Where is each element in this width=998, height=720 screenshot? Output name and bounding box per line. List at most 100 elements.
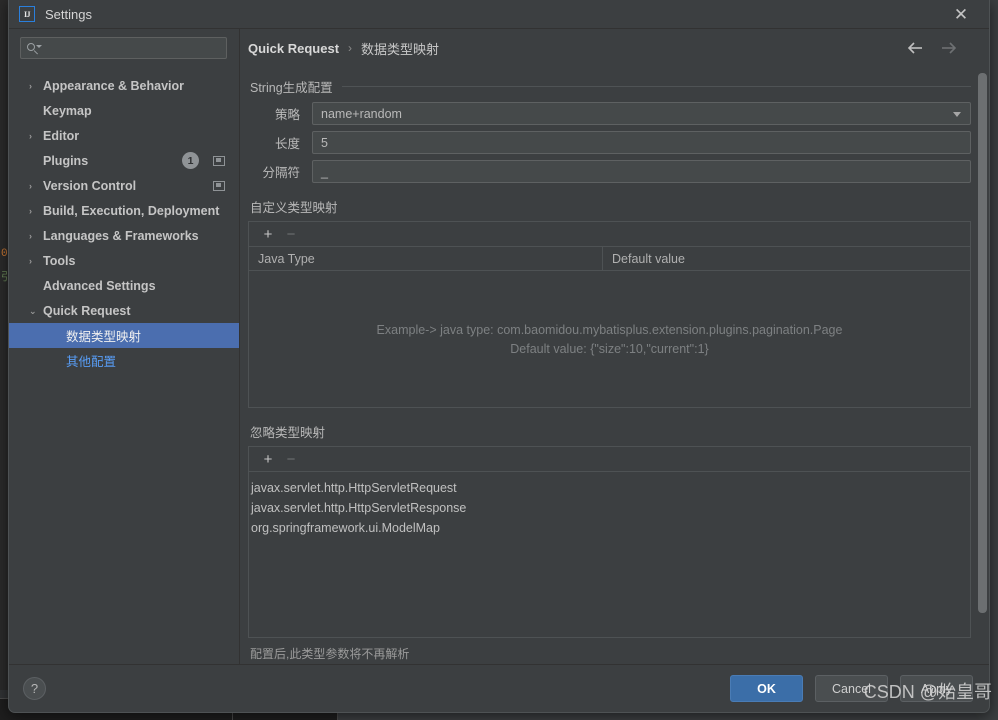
field-row-2: 分隔符 _ xyxy=(248,160,971,183)
search-input[interactable] xyxy=(44,41,220,55)
dialog-footer: ? OK Cancel Apply xyxy=(9,664,989,712)
custom-mapping-remove-button[interactable]: − xyxy=(281,224,301,244)
breadcrumb-separator: › xyxy=(348,41,353,55)
sidebar-item-1[interactable]: Keymap xyxy=(9,98,239,123)
settings-tree: › Appearance & Behavior Keymap › Editor Plugi… xyxy=(9,73,239,373)
strategy-combobox[interactable]: name+random xyxy=(312,102,971,125)
ignore-mapping-toolbar: + − xyxy=(249,447,970,472)
chevron-right-icon[interactable]: › xyxy=(29,206,39,216)
sidebar-item-label: 数据类型映射 xyxy=(66,330,142,344)
settings-content-pane: Quick Request › 数据类型映射 String生成配置 策略 nam… xyxy=(240,29,989,664)
back-arrow-icon[interactable] xyxy=(907,41,924,55)
column-header-java-type[interactable]: Java Type xyxy=(249,247,603,270)
bg-code-line-1: 0 xyxy=(1,248,8,260)
empty-hint-line-2: Default value: {"size":10,"current":1} xyxy=(510,341,709,356)
intellij-logo-icon: IJ xyxy=(19,6,35,22)
sidebar-item-7[interactable]: › Tools xyxy=(9,248,239,273)
dialog-body: › Appearance & Behavior Keymap › Editor Plugi… xyxy=(9,29,989,664)
list-item[interactable]: org.springframework.ui.ModelMap xyxy=(249,518,970,538)
custom-mapping-empty-state: Example-> java type: com.baomidou.mybati… xyxy=(249,271,970,407)
plugins-update-badge: 1 xyxy=(182,152,199,169)
scrollbar-thumb[interactable] xyxy=(978,73,987,613)
custom-mapping-table-header: Java Type Default value xyxy=(249,247,970,271)
field-value-2: _ xyxy=(321,164,328,179)
string-config-title-text: String生成配置 xyxy=(250,81,333,95)
open-in-window-icon[interactable] xyxy=(213,155,225,166)
sidebar-item-9[interactable]: ⌄ Quick Request xyxy=(9,298,239,323)
sidebar-item-2[interactable]: › Editor xyxy=(9,123,239,148)
forward-arrow-icon[interactable] xyxy=(940,41,957,55)
close-icon[interactable]: ✕ xyxy=(949,2,973,26)
field-label-1: 长度 xyxy=(274,137,300,151)
list-item[interactable]: javax.servlet.http.HttpServletResponse xyxy=(249,498,970,518)
breadcrumb-root: Quick Request xyxy=(248,40,340,56)
settings-sidebar: › Appearance & Behavior Keymap › Editor Plugi… xyxy=(9,29,240,664)
field-value-0: name+random xyxy=(321,106,402,121)
sidebar-item-4[interactable]: › Version Control xyxy=(9,173,239,198)
string-config-group-title: String生成配置 xyxy=(250,77,971,96)
sidebar-item-11[interactable]: 其他配置 xyxy=(9,348,239,373)
apply-button[interactable]: Apply xyxy=(900,675,973,702)
sidebar-item-label: Version Control xyxy=(43,178,137,193)
breadcrumb: Quick Request › 数据类型映射 xyxy=(248,29,971,67)
column-header-default-value[interactable]: Default value xyxy=(603,247,970,270)
sidebar-item-3[interactable]: Plugins 1 xyxy=(9,148,239,173)
settings-search-box[interactable] xyxy=(20,37,227,59)
ok-button[interactable]: OK xyxy=(730,675,803,702)
sidebar-item-label: Editor xyxy=(43,128,80,143)
ignore-mapping-label: 忽略类型映射 xyxy=(250,426,326,440)
field-label-2: 分隔符 xyxy=(262,166,300,180)
sidebar-item-label: Keymap xyxy=(43,103,92,118)
logo-text: IJ xyxy=(23,9,31,19)
ignore-mapping-remove-button[interactable]: − xyxy=(281,449,301,469)
field-row-0: 策略 name+random xyxy=(248,102,971,125)
sidebar-item-label: Advanced Settings xyxy=(43,278,156,293)
chevron-right-icon[interactable]: › xyxy=(29,256,39,266)
sidebar-item-label: Plugins xyxy=(43,153,89,168)
dialog-button-group: OK Cancel Apply xyxy=(730,675,973,702)
sidebar-item-label: Languages & Frameworks xyxy=(43,228,199,243)
cancel-button[interactable]: Cancel xyxy=(815,675,888,702)
field-value-1: 5 xyxy=(321,135,328,150)
custom-mapping-add-button[interactable]: + xyxy=(258,224,278,244)
ignore-mapping-panel: + − javax.servlet.http.HttpServletReques… xyxy=(248,446,971,638)
content-scrollbar[interactable] xyxy=(978,73,987,639)
string-config-fields: 策略 name+random 长度 5 分隔符 _ xyxy=(248,102,971,183)
chevron-right-icon[interactable]: › xyxy=(29,131,39,141)
custom-mapping-label: 自定义类型映射 xyxy=(250,201,338,215)
ignore-mapping-list: javax.servlet.http.HttpServletRequest jav… xyxy=(249,472,970,637)
chevron-right-icon[interactable]: › xyxy=(29,231,39,241)
sidebar-item-label: Tools xyxy=(43,253,76,268)
empty-hint-line-1: Example-> java type: com.baomidou.mybati… xyxy=(376,322,843,337)
field-row-1: 长度 5 xyxy=(248,131,971,154)
ignore-mapping-add-button[interactable]: + xyxy=(258,449,278,469)
dialog-titlebar: IJ Settings ✕ xyxy=(9,0,989,29)
nav-arrows xyxy=(907,41,957,55)
sidebar-item-6[interactable]: › Languages & Frameworks xyxy=(9,223,239,248)
sidebar-item-label: Quick Request xyxy=(43,303,131,318)
breadcrumb-leaf: 数据类型映射 xyxy=(361,41,440,57)
settings-dialog: IJ Settings ✕ › Appearance & Behavior Keym… xyxy=(8,0,990,713)
chevron-down-icon[interactable] xyxy=(953,111,961,117)
sidebar-item-label: 其他配置 xyxy=(66,355,117,369)
field-label-0: 策略 xyxy=(274,108,300,122)
open-in-window-icon[interactable] xyxy=(213,180,225,191)
sidebar-item-10[interactable]: 数据类型映射 xyxy=(9,323,239,348)
sidebar-item-label: Build, Execution, Deployment xyxy=(43,203,220,218)
ignore-mapping-note: 配置后,此类型参数将不再解析 xyxy=(250,647,410,661)
custom-mapping-panel: + − Java Type Default value Example-> ja… xyxy=(248,221,971,408)
field-input-1[interactable]: 5 xyxy=(312,131,971,154)
sidebar-item-8[interactable]: Advanced Settings xyxy=(9,273,239,298)
chevron-right-icon[interactable]: › xyxy=(29,181,39,191)
help-button[interactable]: ? xyxy=(23,677,46,700)
dialog-title: Settings xyxy=(45,6,92,22)
field-input-2[interactable]: _ xyxy=(312,160,971,183)
sidebar-item-5[interactable]: › Build, Execution, Deployment xyxy=(9,198,239,223)
sidebar-item-label: Appearance & Behavior xyxy=(43,78,185,93)
chevron-right-icon[interactable]: › xyxy=(29,81,39,91)
chevron-down-icon[interactable]: ⌄ xyxy=(29,306,39,316)
sidebar-item-0[interactable]: › Appearance & Behavior xyxy=(9,73,239,98)
list-item[interactable]: javax.servlet.http.HttpServletRequest xyxy=(249,478,970,498)
group-title-rule xyxy=(341,86,971,87)
custom-mapping-toolbar: + − xyxy=(249,222,970,247)
